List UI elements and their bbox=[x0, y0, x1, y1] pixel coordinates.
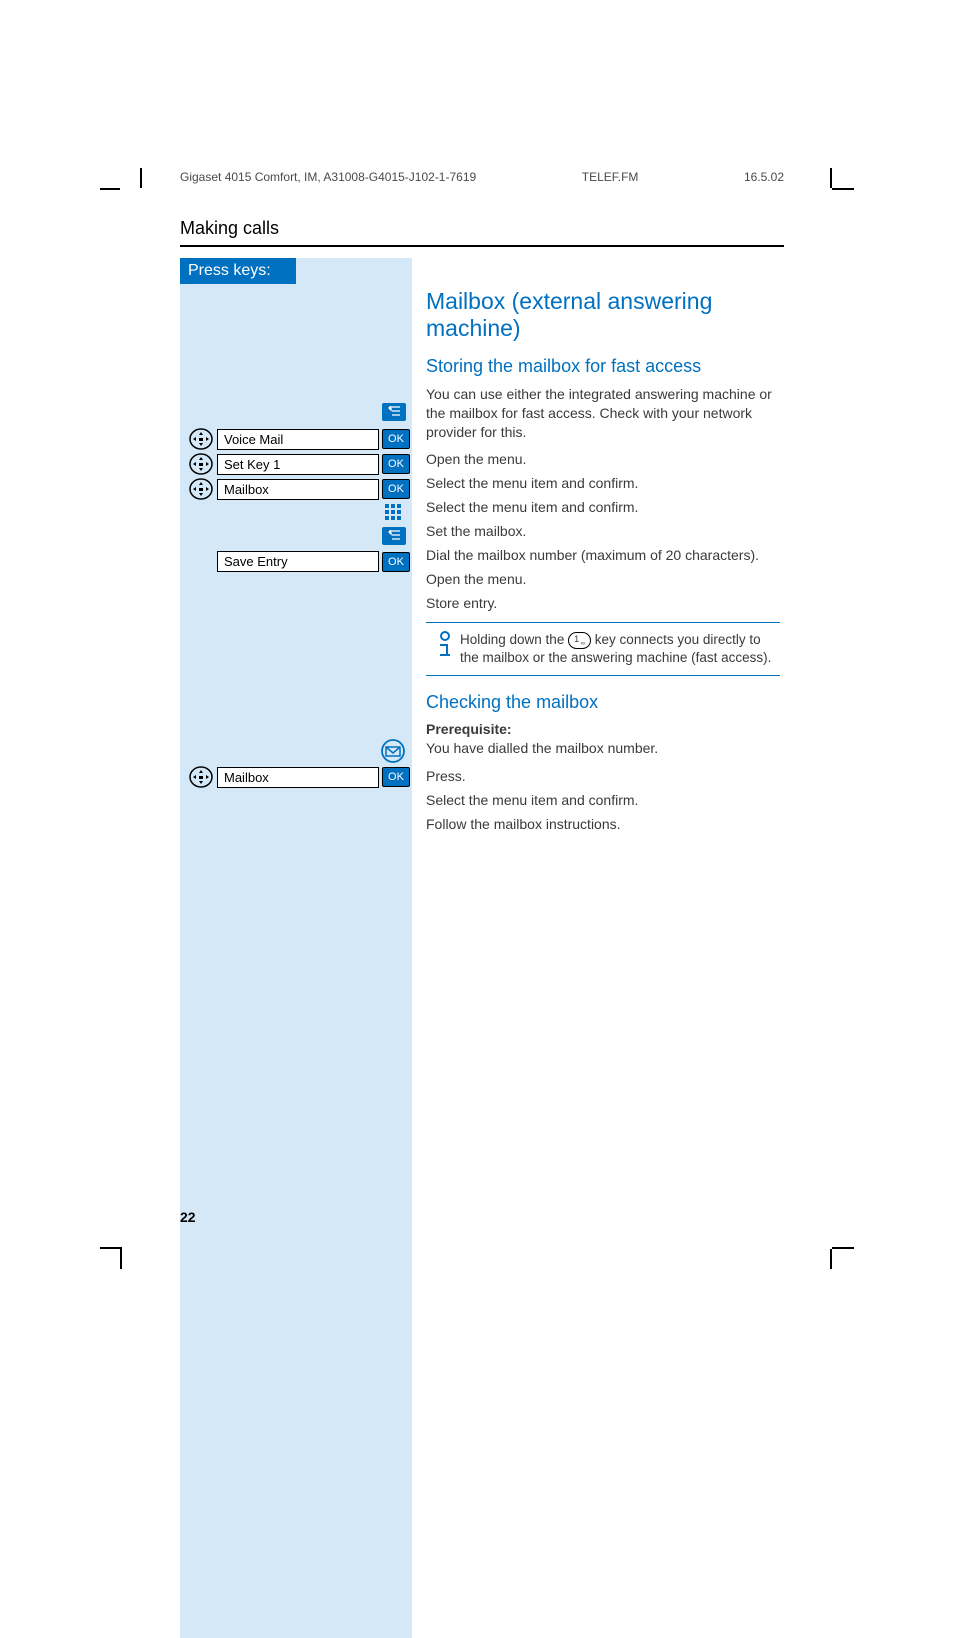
step-select-set-key: Select the menu item and confirm. bbox=[426, 498, 638, 518]
crop-mark bbox=[100, 1247, 122, 1249]
info-note-text: Holding down the 1 ∞ key connects you di… bbox=[460, 631, 776, 667]
crop-mark bbox=[830, 1249, 832, 1269]
step-open-menu: Open the menu. bbox=[426, 450, 526, 470]
prerequisite-label: Prerequisite: bbox=[426, 721, 512, 737]
header-date: 16.5.02 bbox=[744, 170, 784, 184]
navigate-icon bbox=[188, 478, 214, 500]
press-keys-sidebar: Press keys: Voice Mail OK bbox=[180, 258, 412, 1638]
keypad-icon bbox=[384, 503, 406, 528]
menu-item-voice-mail: Voice Mail bbox=[217, 429, 379, 450]
step-open-menu-2: Open the menu. bbox=[426, 570, 526, 590]
page-number: 22 bbox=[180, 1209, 196, 1225]
prerequisite-text: You have dialled the mailbox number. bbox=[426, 740, 658, 756]
crop-mark bbox=[832, 188, 854, 190]
header-doc-id: Gigaset 4015 Comfort, IM, A31008-G4015-J… bbox=[180, 170, 476, 184]
prerequisite-block: Prerequisite: You have dialled the mailb… bbox=[426, 721, 780, 759]
crop-mark bbox=[830, 168, 832, 188]
menu-item-mailbox-2: Mailbox bbox=[217, 767, 379, 788]
intro-paragraph: You can use either the integrated answer… bbox=[426, 385, 780, 442]
press-keys-header: Press keys: bbox=[180, 258, 296, 284]
sidebar-row-mailbox-2: Mailbox OK bbox=[180, 766, 412, 788]
heading-storing: Storing the mailbox for fast access bbox=[426, 356, 780, 377]
sidebar-row-voice-mail: Voice Mail OK bbox=[180, 428, 412, 450]
menu-item-set-key-1: Set Key 1 bbox=[217, 454, 379, 475]
info-icon bbox=[430, 631, 460, 667]
info-text-pre: Holding down the bbox=[460, 632, 568, 647]
sidebar-row-keypad bbox=[180, 503, 412, 528]
header-file: TELEF.FM bbox=[582, 170, 639, 184]
step-select-voice-mail: Select the menu item and confirm. bbox=[426, 474, 638, 494]
section-title: Making calls bbox=[180, 218, 784, 247]
ok-button: OK bbox=[382, 454, 410, 474]
sidebar-row-mailbox: Mailbox OK bbox=[180, 478, 412, 500]
ok-button: OK bbox=[382, 552, 410, 572]
step-dial-number: Dial the mailbox number (maximum of 20 c… bbox=[426, 546, 759, 566]
sidebar-row-envelope bbox=[180, 739, 412, 768]
step-store-entry: Store entry. bbox=[426, 594, 497, 614]
menu-button-icon bbox=[382, 403, 406, 421]
sidebar-row-open-menu-2 bbox=[180, 527, 412, 545]
menu-item-mailbox: Mailbox bbox=[217, 479, 379, 500]
menu-item-save-entry: Save Entry bbox=[217, 551, 379, 572]
crop-mark bbox=[832, 1247, 854, 1249]
step-follow-instructions: Follow the mailbox instructions. bbox=[426, 815, 621, 835]
menu-button-icon bbox=[382, 527, 406, 545]
content-wrap: Press keys: Voice Mail OK bbox=[180, 258, 780, 1638]
ok-button: OK bbox=[382, 479, 410, 499]
envelope-icon bbox=[380, 739, 406, 768]
instruction-rows: Open the menu. Select the menu item and … bbox=[426, 448, 780, 616]
crop-mark bbox=[120, 1249, 122, 1269]
heading-checking: Checking the mailbox bbox=[426, 692, 780, 713]
crop-mark bbox=[120, 168, 142, 188]
info-note-box: Holding down the 1 ∞ key connects you di… bbox=[426, 622, 780, 676]
key-1-icon: 1 ∞ bbox=[568, 632, 591, 649]
navigate-icon bbox=[188, 428, 214, 450]
heading-mailbox: Mailbox (external answering machine) bbox=[426, 288, 780, 342]
step-press: Press. bbox=[426, 767, 466, 787]
navigate-icon bbox=[188, 453, 214, 475]
step-select-mailbox: Select the menu item and confirm. bbox=[426, 791, 638, 811]
main-column: Mailbox (external answering machine) Sto… bbox=[412, 258, 780, 1638]
ok-button: OK bbox=[382, 767, 410, 787]
sidebar-row-save-entry: Save Entry OK bbox=[180, 551, 412, 572]
navigate-icon bbox=[188, 766, 214, 788]
sidebar-row-set-key-1: Set Key 1 OK bbox=[180, 453, 412, 475]
ok-button: OK bbox=[382, 429, 410, 449]
sidebar-row-open-menu bbox=[180, 403, 412, 421]
crop-mark bbox=[100, 188, 120, 190]
document-page: Gigaset 4015 Comfort, IM, A31008-G4015-J… bbox=[0, 0, 954, 1351]
page-header: Gigaset 4015 Comfort, IM, A31008-G4015-J… bbox=[180, 170, 784, 184]
step-set-mailbox: Set the mailbox. bbox=[426, 522, 526, 542]
